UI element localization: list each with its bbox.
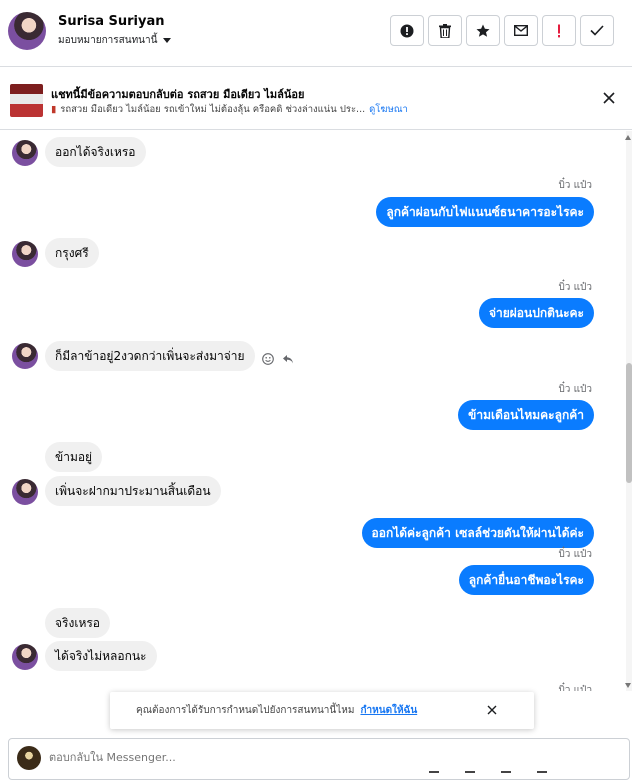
message-thread[interactable]: ออกได้จริงเหรอ บิ๋ว แป๋ว ลูกค้าผ่อนกับไฟ…	[0, 131, 626, 691]
reply-icon[interactable]	[282, 353, 294, 365]
ad-thumbnail[interactable]	[10, 84, 43, 117]
outgoing-message[interactable]: ข้ามเดือนไหมคะลูกค้า	[458, 400, 594, 430]
alert-button[interactable]	[390, 15, 424, 46]
incoming-message[interactable]: เพิ่นจะฝากมาประมานสิ้นเดือน	[45, 476, 221, 506]
page-avatar	[17, 746, 41, 770]
assign-prompt-toast: คุณต้องการได้รับการกำหนดไปยังการสนทนานี้…	[110, 692, 534, 729]
reply-composer	[8, 738, 630, 780]
ad-description-row: ▮ รถสวย มือเดียว ไมล์น้อย รถเข้าใหม่ ไม่ต…	[51, 102, 408, 117]
close-icon[interactable]	[602, 91, 616, 105]
ad-reference-banner: แชทนี้มีข้อความตอบกลับต่อ รถสวย มือเดียว…	[0, 68, 632, 130]
delete-button[interactable]	[428, 15, 462, 46]
incoming-message[interactable]: ข้ามอยู่	[45, 442, 103, 472]
check-icon	[590, 25, 604, 36]
contact-avatar-small	[12, 644, 38, 670]
outgoing-message[interactable]: ลูกค้าผ่อนกับไฟแนนซ์ธนาคารอะไรคะ	[376, 197, 594, 227]
outgoing-message[interactable]: จ่ายผ่อนปกตินะคะ	[478, 298, 594, 328]
spam-button[interactable]	[542, 15, 576, 46]
assign-prompt-row: คุณต้องการได้รับการกำหนดไปยังการสนทนานี้…	[136, 703, 417, 718]
incoming-message[interactable]: ออกได้จริงเหรอ	[45, 137, 146, 167]
emoji-icon[interactable]	[465, 771, 475, 779]
incoming-message[interactable]: กรุงศรี	[45, 238, 99, 268]
composer-tools	[429, 771, 547, 779]
ad-description: รถสวย มือเดียว ไมล์น้อย รถเข้าใหม่ ไม่ต้…	[60, 104, 366, 115]
sender-name: บิ๋ว แป๋ว	[558, 685, 592, 691]
contact-avatar-small	[12, 343, 38, 369]
incoming-message[interactable]: จริงเหรอ	[45, 608, 110, 638]
reply-input[interactable]	[49, 751, 449, 764]
contact-avatar-small	[12, 479, 38, 505]
exclamation-icon	[558, 24, 560, 37]
mark-done-button[interactable]	[580, 15, 614, 46]
mail-icon	[514, 25, 528, 36]
scroll-up-arrow-icon[interactable]	[625, 135, 631, 140]
ad-title: แชทนี้มีข้อความตอบกลับต่อ รถสวย มือเดียว…	[51, 88, 305, 101]
assign-conversation-dropdown[interactable]: มอบหมายการสนทนานี้	[58, 33, 172, 48]
incoming-message[interactable]: ก็มีลาข้าอยู่2งวดกว่าเพิ่นจะส่งมาจ่าย	[45, 341, 255, 371]
alert-circle-icon	[400, 24, 414, 37]
car-icon: ▮	[51, 104, 57, 115]
outgoing-message[interactable]: ออกได้ค่ะลูกค้า เซลล์ช่วยดันให้ผ่านได้ค่…	[361, 518, 594, 548]
conversation-header: Surisa Suriyan มอบหมายการสนทนานี้	[0, 0, 632, 67]
assign-to-me-link[interactable]: กำหนดให้ฉัน	[360, 705, 417, 716]
sender-name: บิ๋ว แป๋ว	[558, 549, 592, 560]
sender-name: บิ๋ว แป๋ว	[558, 384, 592, 395]
star-button[interactable]	[466, 15, 500, 46]
assign-conversation-label: มอบหมายการสนทนานี้	[58, 35, 158, 46]
view-ad-link[interactable]: ดูโฆษณา	[369, 104, 408, 115]
sticker-icon[interactable]	[537, 771, 547, 779]
scrollbar-thumb[interactable]	[626, 363, 632, 483]
outgoing-message[interactable]: ลูกค้ายื่นอาชีพอะไรคะ	[458, 565, 594, 595]
sender-name: บิ๋ว แป๋ว	[558, 180, 592, 191]
sender-name: บิ๋ว แป๋ว	[558, 282, 592, 293]
contact-avatar-small	[12, 241, 38, 267]
incoming-message[interactable]: ได้จริงไม่หลอกนะ	[45, 641, 157, 671]
assign-prompt-text: คุณต้องการได้รับการกำหนดไปยังการสนทนานี้…	[136, 705, 355, 716]
close-icon[interactable]	[486, 704, 498, 716]
contact-name[interactable]: Surisa Suriyan	[58, 14, 165, 29]
conversation-toolbar	[390, 15, 614, 46]
react-emoji-icon[interactable]	[262, 353, 274, 365]
gif-icon[interactable]	[501, 771, 511, 779]
contact-avatar[interactable]	[8, 12, 46, 50]
caret-down-icon	[163, 38, 172, 43]
star-icon	[476, 24, 490, 37]
scroll-down-arrow-icon[interactable]	[625, 683, 631, 688]
contact-avatar-small	[12, 140, 38, 166]
attachment-icon[interactable]	[429, 771, 439, 779]
mark-unread-button[interactable]	[504, 15, 538, 46]
trash-icon	[439, 23, 451, 38]
